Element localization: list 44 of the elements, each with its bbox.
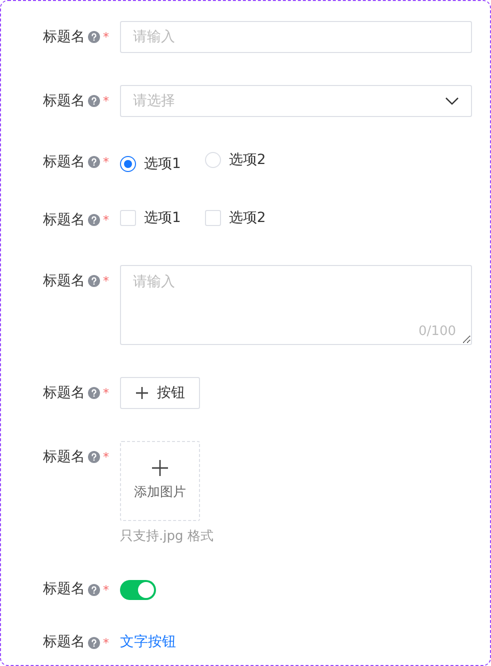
required-mark: * [103,634,109,652]
field-label: 标题名 [43,152,85,172]
checkbox[interactable] [204,210,221,226]
plus-icon [151,459,169,478]
required-mark: * [103,212,109,229]
required-mark: * [103,93,109,110]
hint-text: 只支持.jpg 格式 [120,528,214,546]
text-link[interactable]: 文字按钮 [120,634,176,650]
chevron-down-icon [445,97,459,105]
text-input[interactable]: 请输入 [120,21,472,53]
help-icon [88,156,100,168]
radio-option[interactable]: 选项1 [120,153,181,175]
field-label: 标题名 [43,580,85,599]
add-button[interactable]: 按钮 [120,377,200,409]
help-icon [88,95,100,107]
required-mark: * [103,273,109,290]
help-icon [88,387,100,399]
required-mark: * [103,29,109,46]
character-counter: 0/100 [418,322,456,340]
upload-button[interactable]: 添加图片 [120,441,200,521]
help-icon [88,31,100,43]
help-icon [88,451,100,463]
field-label: 标题名 [43,210,85,230]
required-mark: * [103,449,109,466]
checkbox-option[interactable]: 选项2 [204,207,266,229]
field-label: 标题名 [43,384,85,402]
radio-option[interactable]: 选项2 [204,149,266,171]
plus-icon [135,386,149,400]
checkbox[interactable] [120,210,136,226]
radio-button[interactable] [120,156,136,172]
help-icon [88,584,100,596]
required-mark: * [103,154,109,171]
required-mark: * [103,385,109,402]
field-label: 标题名 [43,633,85,652]
help-icon [88,214,100,226]
field-label: 标题名 [43,448,85,466]
field-label: 标题名 [43,272,85,290]
checkbox-option[interactable]: 选项1 [120,207,181,229]
help-icon [88,275,100,287]
toggle-switch[interactable] [120,580,156,600]
field-label: 标题名 [43,28,85,46]
field-label: 标题名 [43,92,85,110]
required-mark: * [103,582,109,598]
help-icon [88,636,100,648]
